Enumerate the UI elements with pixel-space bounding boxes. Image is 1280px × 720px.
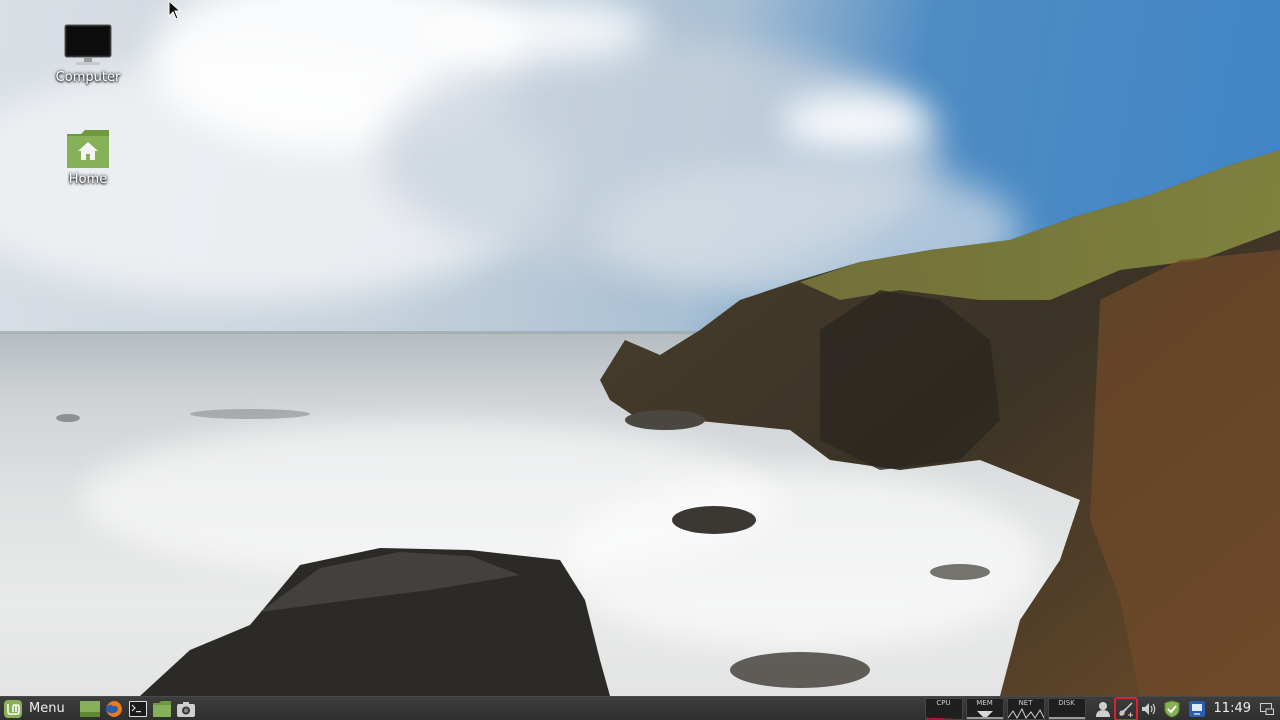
show-desktop-launcher[interactable] [79,698,101,720]
desktop-icon-label: Home [68,172,108,187]
system-tray: CPU MEM NET DISK 11:49 [922,696,1280,720]
show-desktop-icon [79,700,100,717]
panel-launchers [79,698,197,720]
show-desktop-button[interactable] [1256,698,1278,720]
firefox-launcher[interactable] [103,698,125,720]
wallpaper-cliffs [56,150,1280,696]
clock[interactable]: 11:49 [1214,701,1251,716]
screenshot-icon [176,701,195,717]
sound-applet[interactable] [1138,698,1160,720]
update-manager-applet[interactable] [1161,698,1183,720]
menu-button[interactable]: Menu [0,697,71,720]
computer-icon [64,24,112,66]
user-icon [1095,701,1110,717]
network-applet[interactable] [1113,696,1138,720]
network-disconnected-icon [1118,701,1133,717]
screenshot-launcher[interactable] [175,698,197,720]
terminal-icon [128,700,147,717]
show-desktop-icon [1260,702,1274,715]
home-folder-icon [65,128,111,168]
menu-label: Menu [29,701,65,716]
firefox-icon [105,700,122,717]
display-applet[interactable] [1186,698,1208,720]
display-icon [1188,700,1205,717]
update-manager-shield-icon [1164,699,1180,718]
files-icon [152,700,171,717]
volume-icon [1141,702,1155,715]
user-applet[interactable] [1092,698,1114,720]
bottom-panel: Menu CPU MEM NET DISK 11:49 [0,696,1280,720]
mouse-cursor-icon [168,0,182,20]
disk-monitor[interactable]: DISK [1047,697,1086,720]
desktop-icon-label: Computer [55,70,121,85]
desktop-icon-home[interactable]: Home [40,128,136,187]
terminal-launcher[interactable] [127,698,149,720]
files-launcher[interactable] [151,698,173,720]
network-monitor[interactable]: NET [1006,697,1045,720]
cpu-monitor[interactable]: CPU [924,697,963,720]
desktop-icon-computer[interactable]: Computer [40,24,136,85]
mint-logo-icon [4,699,22,718]
desktop-wallpaper [0,0,1280,696]
memory-monitor[interactable]: MEM [965,697,1004,720]
